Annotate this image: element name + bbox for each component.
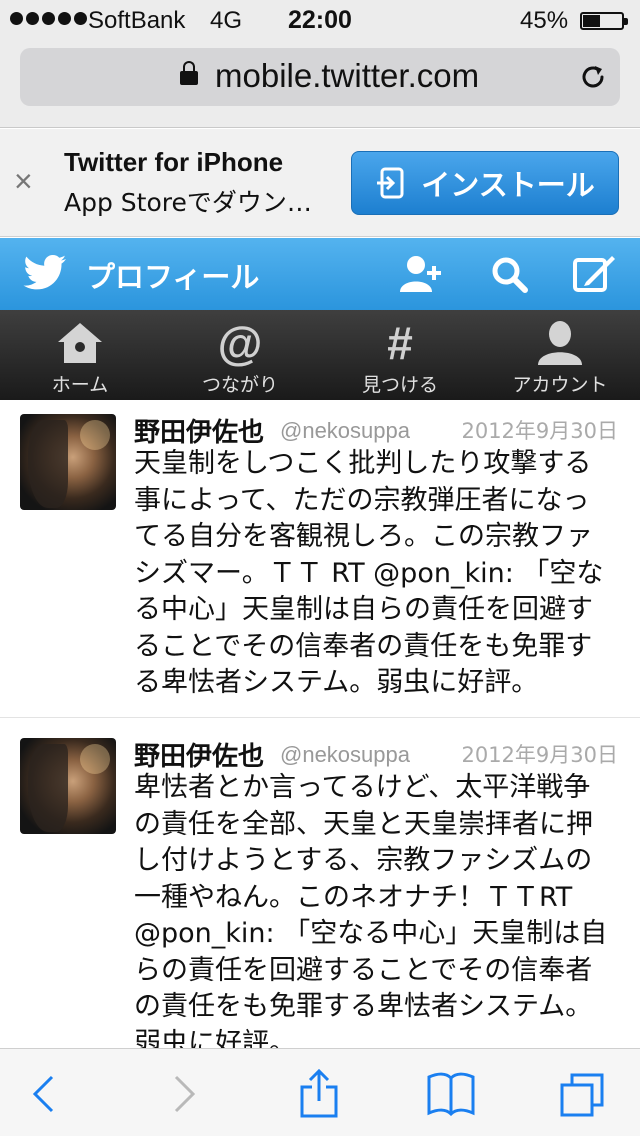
install-icon	[377, 167, 404, 199]
home-icon	[58, 323, 102, 363]
tweet-date[interactable]: 2012年9月30日	[461, 739, 618, 769]
lock-icon	[180, 61, 198, 85]
nav-item-home[interactable]: ホーム	[0, 310, 160, 400]
install-button[interactable]: インストール	[351, 151, 619, 215]
nav-item-connect[interactable]: @ つながり	[160, 310, 320, 400]
network-type: 4G	[210, 7, 243, 34]
share-icon[interactable]	[294, 1069, 344, 1119]
tweet-line: る中心」天皇制は自らの責任を回避す	[134, 594, 593, 625]
tweet-line: る卑怯者システム。弱虫に好評。	[134, 667, 539, 698]
tweet-line: シズマー。ＴＴ RT @pon_kin: 「空な	[134, 557, 604, 589]
signal-strength-icon	[10, 12, 87, 25]
tweet-author-name[interactable]: 野田伊佐也	[134, 736, 264, 773]
tweet-text: 天皇制をしつこく批判したり攻撃する 事によって、ただの宗教弾圧者になっ てる自分…	[134, 446, 614, 702]
tweet-author-handle[interactable]: @nekosuppa	[280, 742, 410, 768]
banner-subtitle: App Storeでダウン…	[64, 188, 312, 217]
nav-item-discover[interactable]: # 見つける	[320, 310, 480, 400]
app-install-banner: × Twitter for iPhone App Storeでダウン… インスト…	[0, 129, 640, 237]
browser-toolbar	[0, 1048, 640, 1136]
battery-level-fill	[583, 15, 600, 27]
install-label: インストール	[421, 168, 595, 202]
tweet-line: の責任を全部、天皇と天皇崇拝者に押	[134, 808, 593, 840]
browser-address-area: mobile.twitter.com	[0, 40, 640, 128]
tweet-author-name[interactable]: 野田伊佐也	[134, 412, 264, 449]
main-nav: ホーム @ つながり # 見つける アカウント	[0, 310, 640, 400]
account-icon	[538, 321, 582, 365]
tweet-line: 天皇制をしつこく批判したり攻撃する	[134, 448, 592, 479]
compose-icon[interactable]	[572, 254, 616, 294]
tweet-line: 一種やねん。このネオナチ！ＴＴRT	[134, 881, 573, 913]
reload-icon[interactable]	[577, 61, 609, 93]
twitter-bird-icon[interactable]	[22, 254, 68, 294]
tweet-line: ることでその信奉者の責任をも免罪す	[134, 630, 593, 662]
battery-icon	[580, 12, 628, 30]
url-field[interactable]: mobile.twitter.com	[20, 48, 620, 106]
at-icon: @	[217, 317, 263, 369]
timeline[interactable]: 野田伊佐也 @nekosuppa 2012年9月30日 天皇制をしつこく批判した…	[0, 400, 640, 1048]
tweet-date[interactable]: 2012年9月30日	[461, 415, 618, 445]
tweet-line: らの責任を回避することでその信奉者	[134, 954, 593, 986]
tweet-line: @pon_kin: 「空なる中心」天皇制は自	[134, 918, 608, 949]
clock: 22:00	[288, 6, 352, 34]
hash-icon: #	[387, 317, 413, 369]
url-text: mobile.twitter.com	[215, 57, 480, 94]
nav-label-connect: つながり	[201, 374, 278, 396]
twitter-header: プロフィール	[0, 238, 640, 310]
back-icon[interactable]	[20, 1069, 70, 1119]
tabs-icon[interactable]	[558, 1069, 608, 1119]
avatar[interactable]	[20, 414, 116, 510]
tweet-text: 卑怯者とか言ってるけど、太平洋戦争 の責任を全部、天皇と天皇崇拝者に押 し付けよ…	[134, 770, 614, 1048]
bookmarks-icon[interactable]	[426, 1069, 476, 1119]
tweet-line: てる自分を客観視しろ。この宗教ファ	[134, 521, 593, 552]
tweet-item[interactable]: 野田伊佐也 @nekosuppa 2012年9月30日 天皇制をしつこく批判した…	[0, 400, 640, 718]
carrier-name: SoftBank	[88, 7, 186, 34]
nav-item-account[interactable]: アカウント	[480, 310, 640, 400]
search-icon[interactable]	[488, 254, 532, 294]
tweet-line: 弱虫に好評。	[134, 1027, 296, 1049]
tweet-line: し付けようとする、宗教ファシズムの	[134, 845, 593, 876]
nav-label-discover: 見つける	[361, 374, 438, 396]
nav-label-home: ホーム	[51, 374, 109, 396]
tweet-line: の責任をも免罪する卑怯者システム。	[134, 991, 593, 1022]
battery-percentage: 45%	[520, 7, 569, 34]
tweet-line: 事によって、ただの宗教弾圧者になっ	[134, 484, 590, 516]
forward-icon[interactable]	[158, 1069, 208, 1119]
status-bar: SoftBank 4G 22:00 45%	[0, 0, 640, 40]
follow-icon[interactable]	[398, 254, 442, 294]
banner-title: Twitter for iPhone	[64, 147, 284, 177]
close-icon[interactable]: ×	[14, 163, 33, 200]
avatar[interactable]	[20, 738, 116, 834]
nav-label-account: アカウント	[512, 374, 608, 396]
tweet-item[interactable]: 野田伊佐也 @nekosuppa 2012年9月30日 卑怯者とか言ってるけど、…	[0, 718, 640, 1048]
tweet-line: 卑怯者とか言ってるけど、太平洋戦争	[134, 772, 591, 803]
page-title: プロフィール	[86, 260, 260, 294]
tweet-author-handle[interactable]: @nekosuppa	[280, 418, 410, 444]
